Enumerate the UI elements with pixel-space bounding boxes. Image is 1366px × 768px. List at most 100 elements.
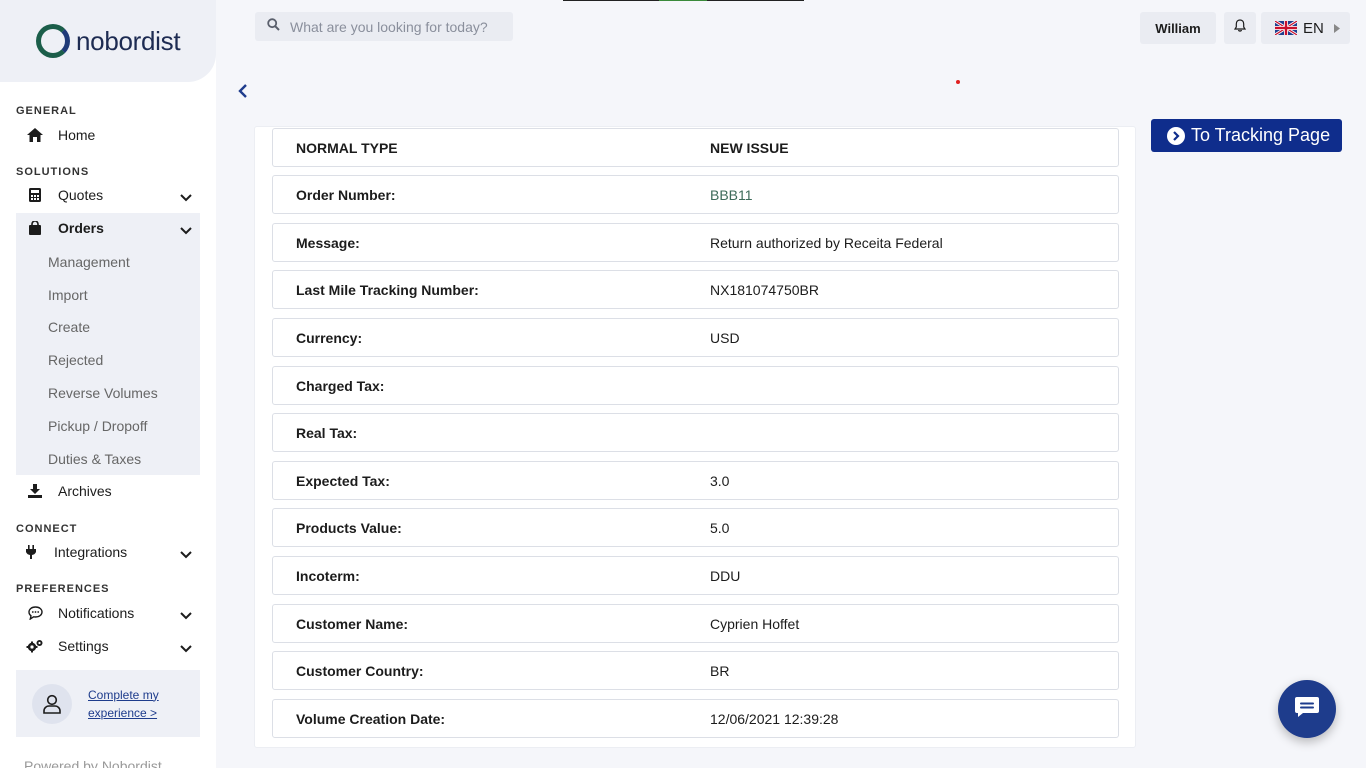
chevron-down-icon [180, 546, 192, 562]
chevron-down-icon [180, 222, 192, 238]
search-icon [267, 17, 280, 36]
to-tracking-page-label: To Tracking Page [1191, 125, 1331, 145]
top-progress-strip [563, 0, 804, 1]
back-button[interactable] [238, 82, 252, 100]
sidebar-item-home[interactable]: Home [16, 120, 200, 150]
sidebar-item-label: Settings [58, 638, 109, 654]
detail-value: USD [710, 329, 740, 346]
sidebar-item-label: Archives [58, 483, 112, 499]
calculator-icon [26, 188, 44, 202]
detail-value: 3.0 [710, 472, 730, 489]
detail-row-customer-country: Customer Country: BR [272, 651, 1119, 690]
section-label-connect: CONNECT [16, 523, 78, 535]
sidebar-item-label: Orders [58, 220, 104, 236]
detail-label: Real Tax: [296, 424, 358, 441]
sidebar-item-settings[interactable]: Settings [16, 631, 200, 661]
detail-label: Last Mile Tracking Number: [296, 281, 479, 298]
detail-label: Products Value: [296, 519, 402, 536]
detail-row-message: Message: Return authorized by Receita Fe… [272, 223, 1119, 262]
logo[interactable]: nobordist [0, 0, 216, 82]
sidebar-item-notifications[interactable]: Notifications [16, 598, 200, 628]
detail-row-customer-name: Customer Name: Cyprien Hoffet [272, 604, 1119, 643]
order-type: NORMAL TYPE [296, 139, 398, 156]
chat-widget-button[interactable] [1278, 680, 1336, 738]
chevron-down-icon [180, 640, 192, 656]
shopping-bag-icon [26, 221, 44, 235]
detail-value: 5.0 [710, 519, 730, 536]
detail-value: Cyprien Hoffet [710, 615, 800, 632]
detail-value: NX181074750BR [710, 281, 819, 298]
issue-status: NEW ISSUE [710, 139, 789, 156]
caret-right-icon [1333, 20, 1340, 37]
sidebar-item-label: Quotes [58, 187, 104, 203]
sidebar-item-orders[interactable]: Orders [16, 213, 200, 243]
detail-label: Customer Country: [296, 662, 424, 679]
sidebar-subitem-pickup-dropoff[interactable]: Pickup / Dropoff [48, 418, 147, 434]
chat-bubble-icon [26, 606, 44, 620]
detail-row-products-value: Products Value: 5.0 [272, 508, 1119, 547]
bell-icon [1233, 19, 1247, 37]
detail-label: Expected Tax: [296, 472, 390, 489]
detail-label: Customer Name: [296, 615, 409, 632]
sidebar-subitem-create[interactable]: Create [48, 319, 90, 335]
sidebar-item-label: Notifications [58, 605, 135, 621]
detail-row-volume-creation-date: Volume Creation Date: 12/06/2021 12:39:2… [272, 699, 1119, 738]
complete-experience-link[interactable]: Complete my experience > [88, 686, 178, 722]
sidebar-item-archives[interactable]: Archives [16, 476, 200, 506]
sidebar-item-label: Home [58, 127, 96, 143]
user-menu-button[interactable]: William [1140, 12, 1216, 44]
to-tracking-page-button[interactable]: To Tracking Page [1151, 119, 1342, 152]
sidebar-subitem-reverse-volumes[interactable]: Reverse Volumes [48, 385, 158, 401]
sidebar-item-label: Integrations [54, 544, 128, 560]
plug-icon [22, 545, 40, 559]
section-label-solutions: SOLUTIONS [16, 166, 90, 178]
detail-label: Order Number: [296, 186, 396, 203]
detail-label: Volume Creation Date: [296, 710, 446, 727]
language-label: EN [1303, 19, 1324, 37]
sidebar-item-integrations[interactable]: Integrations [16, 537, 200, 567]
red-dot [956, 80, 960, 84]
detail-value: Return authorized by Receita Federal [710, 234, 943, 251]
powered-by-text: Powered by Nobordist [24, 758, 162, 768]
profile-card: Complete my experience > [16, 670, 200, 737]
chevron-down-icon [180, 607, 192, 623]
logo-mark-icon [36, 24, 70, 58]
detail-row-expected-tax: Expected Tax: 3.0 [272, 461, 1119, 500]
detail-row-tracking-number: Last Mile Tracking Number: NX181074750BR [272, 270, 1119, 309]
detail-label: Charged Tax: [296, 377, 385, 394]
sidebar-subitem-duties-taxes[interactable]: Duties & Taxes [48, 451, 141, 467]
language-selector[interactable]: EN [1261, 12, 1350, 44]
section-label-preferences: PREFERENCES [16, 583, 110, 595]
order-number-link[interactable]: BBB11 [710, 187, 753, 203]
detail-row-order-number: Order Number: BBB11 [272, 175, 1119, 214]
detail-value: 12/06/2021 12:39:28 [710, 710, 839, 727]
notifications-button[interactable] [1224, 12, 1256, 44]
sidebar: nobordist GENERAL Home SOLUTIONS Quotes … [0, 0, 216, 768]
chat-icon [1294, 696, 1320, 723]
detail-row-real-tax: Real Tax: [272, 413, 1119, 452]
sidebar-subitem-management[interactable]: Management [48, 254, 130, 270]
detail-row-charged-tax: Charged Tax: [272, 366, 1119, 405]
logo-text: nobordist [76, 25, 181, 56]
detail-value: DDU [710, 567, 741, 584]
sidebar-subitem-import[interactable]: Import [48, 287, 88, 303]
details-header-row: NORMAL TYPE NEW ISSUE [272, 128, 1119, 167]
orders-submenu [16, 213, 200, 475]
search-bar[interactable] [255, 12, 513, 41]
sidebar-subitem-rejected[interactable]: Rejected [48, 352, 103, 368]
gears-icon [26, 639, 44, 653]
detail-label: Message: [296, 234, 360, 251]
user-avatar-icon [32, 683, 72, 724]
search-input[interactable] [290, 18, 510, 35]
detail-value: BR [710, 662, 730, 679]
download-icon [26, 484, 44, 498]
detail-row-currency: Currency: USD [272, 318, 1119, 357]
detail-label: Currency: [296, 329, 363, 346]
chevron-down-icon [180, 189, 192, 205]
chevron-right-circle-icon [1167, 126, 1185, 145]
sidebar-item-quotes[interactable]: Quotes [16, 180, 200, 210]
detail-row-incoterm: Incoterm: DDU [272, 556, 1119, 595]
uk-flag-icon [1274, 19, 1298, 37]
home-icon [26, 128, 44, 142]
detail-label: Incoterm: [296, 567, 360, 584]
